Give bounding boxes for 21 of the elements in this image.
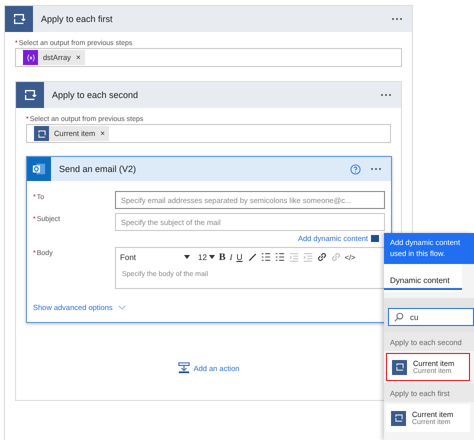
action-title: Send an email (V2): [58, 164, 138, 174]
help-icon[interactable]: [350, 164, 361, 174]
search-icon: [394, 312, 404, 322]
underline-button[interactable]: U: [236, 252, 243, 262]
bullets-icon[interactable]: [260, 252, 271, 262]
chevron-down-icon[interactable]: [118, 305, 126, 310]
loop-title: Apply to each second: [51, 90, 140, 100]
pen-icon[interactable]: [246, 252, 257, 262]
search-field[interactable]: cu: [388, 308, 474, 326]
bold-button[interactable]: B: [218, 252, 226, 262]
italic-button[interactable]: I: [230, 252, 232, 262]
loop-icon: [34, 126, 49, 141]
font-dropdown[interactable]: Font: [120, 252, 194, 262]
loop-title: Apply to each first: [40, 14, 114, 24]
add-action-icon[interactable]: [178, 362, 190, 374]
dynamic-content-tab[interactable]: Dynamic content: [384, 264, 462, 292]
link-icon[interactable]: [316, 252, 327, 262]
loop-icon: [391, 410, 406, 426]
loop-icon: [392, 360, 407, 374]
size-dropdown[interactable]: 12: [198, 252, 215, 262]
variable-icon: [23, 50, 38, 65]
